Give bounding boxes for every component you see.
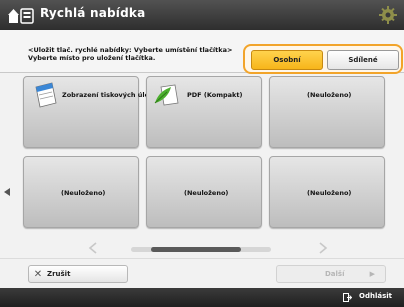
shared-button[interactable]: Sdílené — [327, 50, 399, 70]
tile-empty[interactable]: (Neuloženo) — [269, 76, 385, 148]
next-label: Další — [325, 270, 345, 278]
scrollbar[interactable] — [131, 247, 271, 252]
document-icon — [35, 82, 57, 108]
tile-label: (Neuloženo) — [61, 189, 106, 197]
chevron-right-icon[interactable] — [318, 242, 328, 254]
tile-empty[interactable]: (Neuloženo) — [269, 156, 385, 228]
title-bar: Rychlá nabídka — [0, 0, 404, 30]
tile-label: (Neuloženo) — [184, 189, 229, 197]
chevron-left-icon[interactable] — [88, 242, 98, 254]
instruction-text: <Uložit tlač. rychlé nabídky: Vyberte um… — [28, 46, 233, 62]
scrollbar-thumb[interactable] — [151, 247, 241, 252]
page-title: Rychlá nabídka — [40, 6, 146, 20]
tile-print-jobs[interactable]: Zobrazení tiskových úloh — [23, 76, 154, 148]
gear-icon[interactable] — [378, 5, 398, 25]
bottom-bar: ✕ Zrušit Další ▶ — [0, 258, 404, 289]
close-icon: ✕ — [33, 268, 43, 280]
tile-empty[interactable]: (Neuloženo) — [23, 156, 139, 228]
next-button[interactable]: Další ▶ — [276, 265, 386, 283]
edge-pointer-icon — [4, 188, 10, 196]
personal-button[interactable]: Osobní — [251, 50, 323, 70]
personal-shared-toggle: Osobní Sdílené — [243, 44, 403, 74]
cancel-label: Zrušit — [47, 270, 71, 278]
cancel-button[interactable]: ✕ Zrušit — [28, 265, 128, 283]
logout-button[interactable]: Odhlásit — [359, 292, 392, 300]
quick-menu-home-icon — [8, 8, 34, 24]
tile-pdf-compact[interactable]: PDF (Kompakt) — [146, 76, 262, 148]
tile-empty[interactable]: (Neuloženo) — [146, 156, 262, 228]
logout-icon — [343, 293, 352, 302]
tile-label: Zobrazení tiskových úloh — [62, 91, 154, 99]
page-navigation — [0, 238, 404, 256]
leaf-document-icon — [154, 84, 179, 106]
status-bar: Odhlásit — [0, 288, 404, 307]
quick-menu-screen: Rychlá nabídka <Uložit tlač. rychlé nabí… — [0, 0, 404, 307]
tile-label: (Neuloženo) — [307, 91, 352, 99]
tile-label: PDF (Kompakt) — [187, 91, 243, 99]
tile-label: (Neuloženo) — [307, 189, 352, 197]
play-icon: ▶ — [369, 270, 375, 278]
button-grid: Zobrazení tiskových úloh PDF (Kompakt) (… — [23, 76, 385, 236]
